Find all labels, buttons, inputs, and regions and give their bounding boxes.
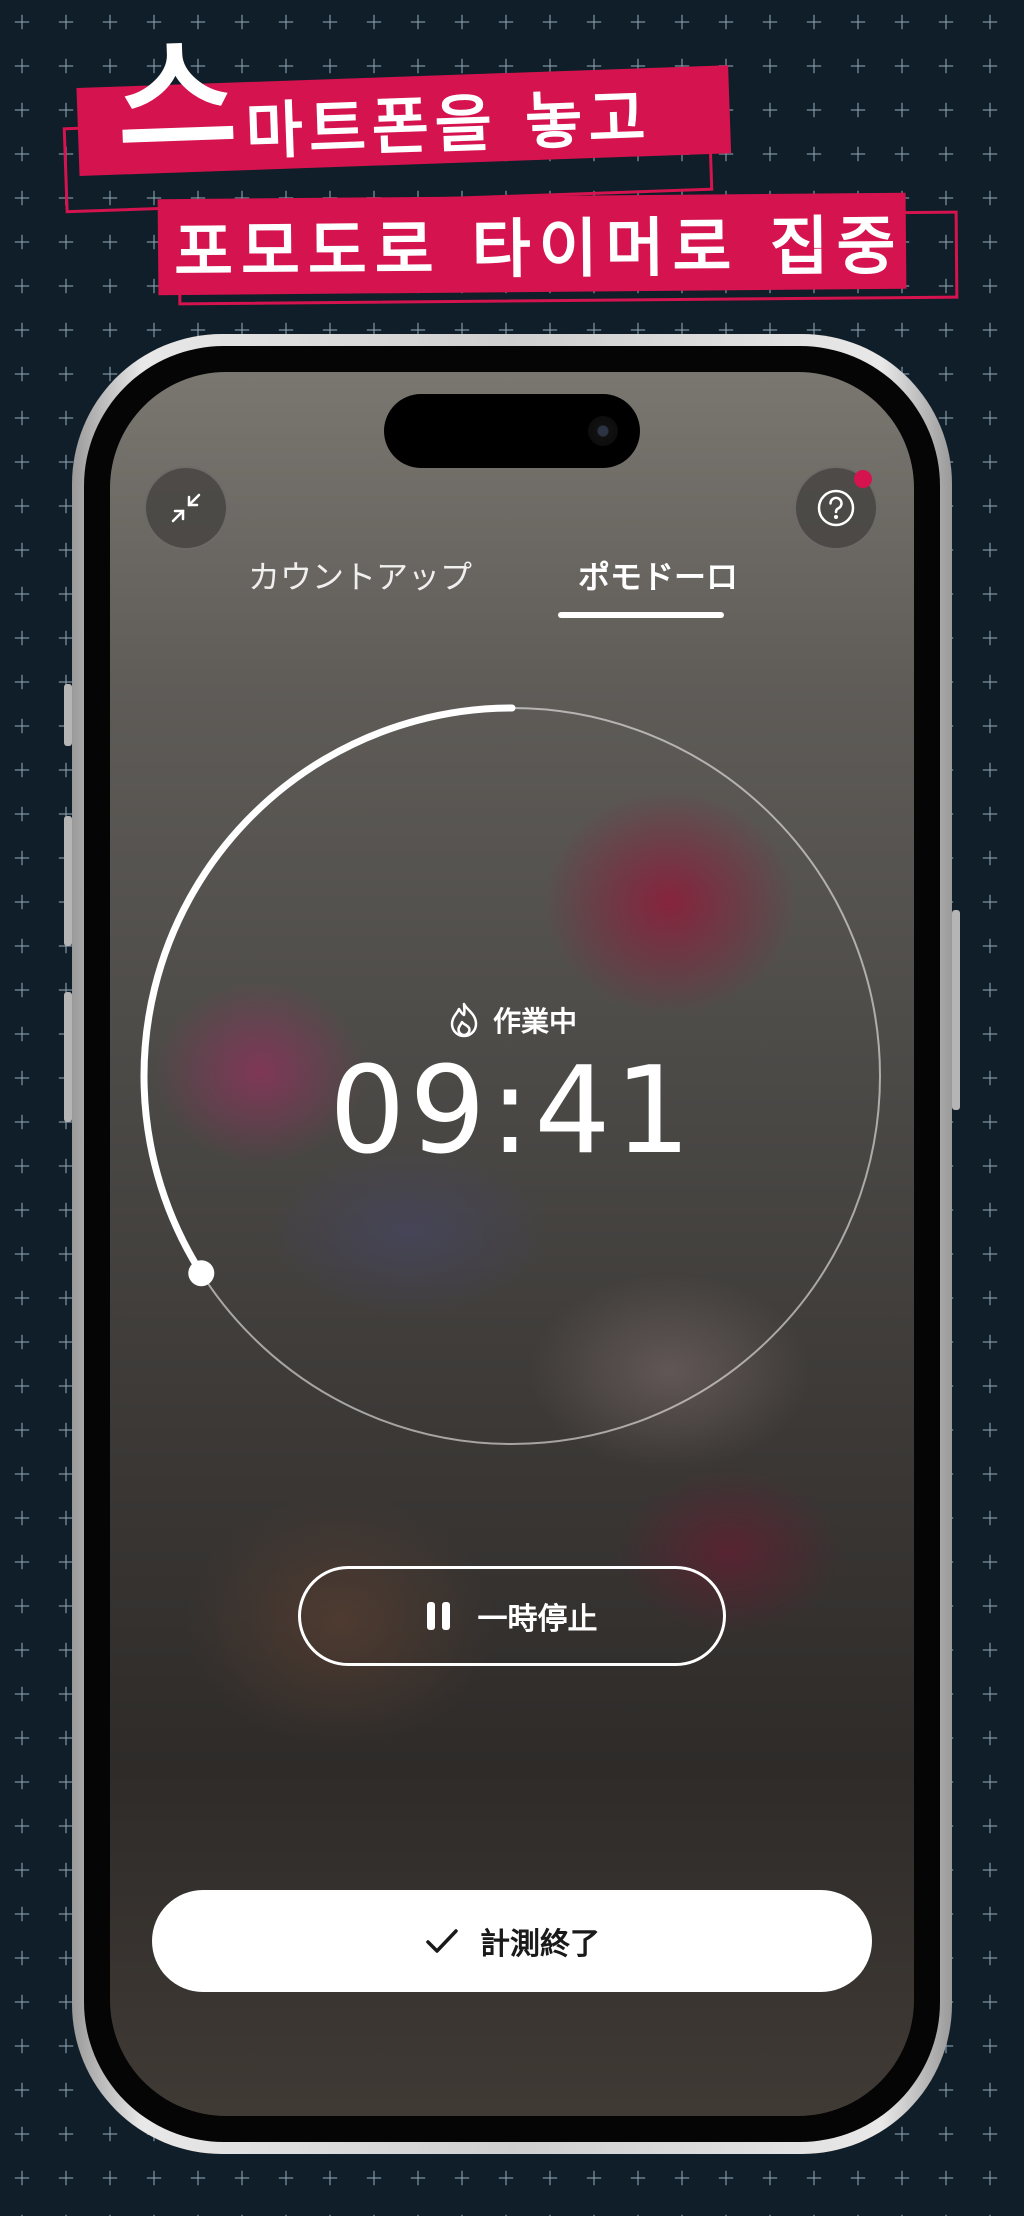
phone-volume-up [64, 816, 72, 946]
pause-icon [426, 1602, 450, 1630]
timer-ring-progress [140, 704, 516, 1277]
phone-screen: カウントアップ ポモドーロ 作業中 09:41 一時停止 計測終了 [110, 372, 914, 2116]
phone-action-button [64, 684, 72, 746]
phone-volume-down [64, 992, 72, 1122]
finish-button[interactable]: 計測終了 [152, 1890, 872, 1992]
headline-line-2: 포모도로 타이머로 집중 [157, 192, 907, 296]
headline-line-1-text: 마트폰을 놓고 [244, 81, 653, 169]
timer-ring-knob [188, 1260, 215, 1287]
timer-status: 作業中 [110, 1000, 914, 1040]
pause-button[interactable]: 一時停止 [298, 1566, 726, 1666]
pause-button-label: 一時停止 [477, 1602, 598, 1637]
timer-ring [140, 704, 881, 1445]
timer-status-label: 作業中 [492, 1005, 577, 1038]
finish-button-label: 計測終了 [480, 1927, 600, 1962]
headline-big-letter: 스 [114, 21, 240, 178]
phone-power-button [952, 910, 960, 1110]
flame-icon [450, 1002, 478, 1038]
checkmark-icon [426, 1929, 458, 1953]
headline-line-2-text: 포모도로 타이머로 집중 [173, 209, 904, 291]
timer-display: 09:41 [329, 1042, 695, 1181]
